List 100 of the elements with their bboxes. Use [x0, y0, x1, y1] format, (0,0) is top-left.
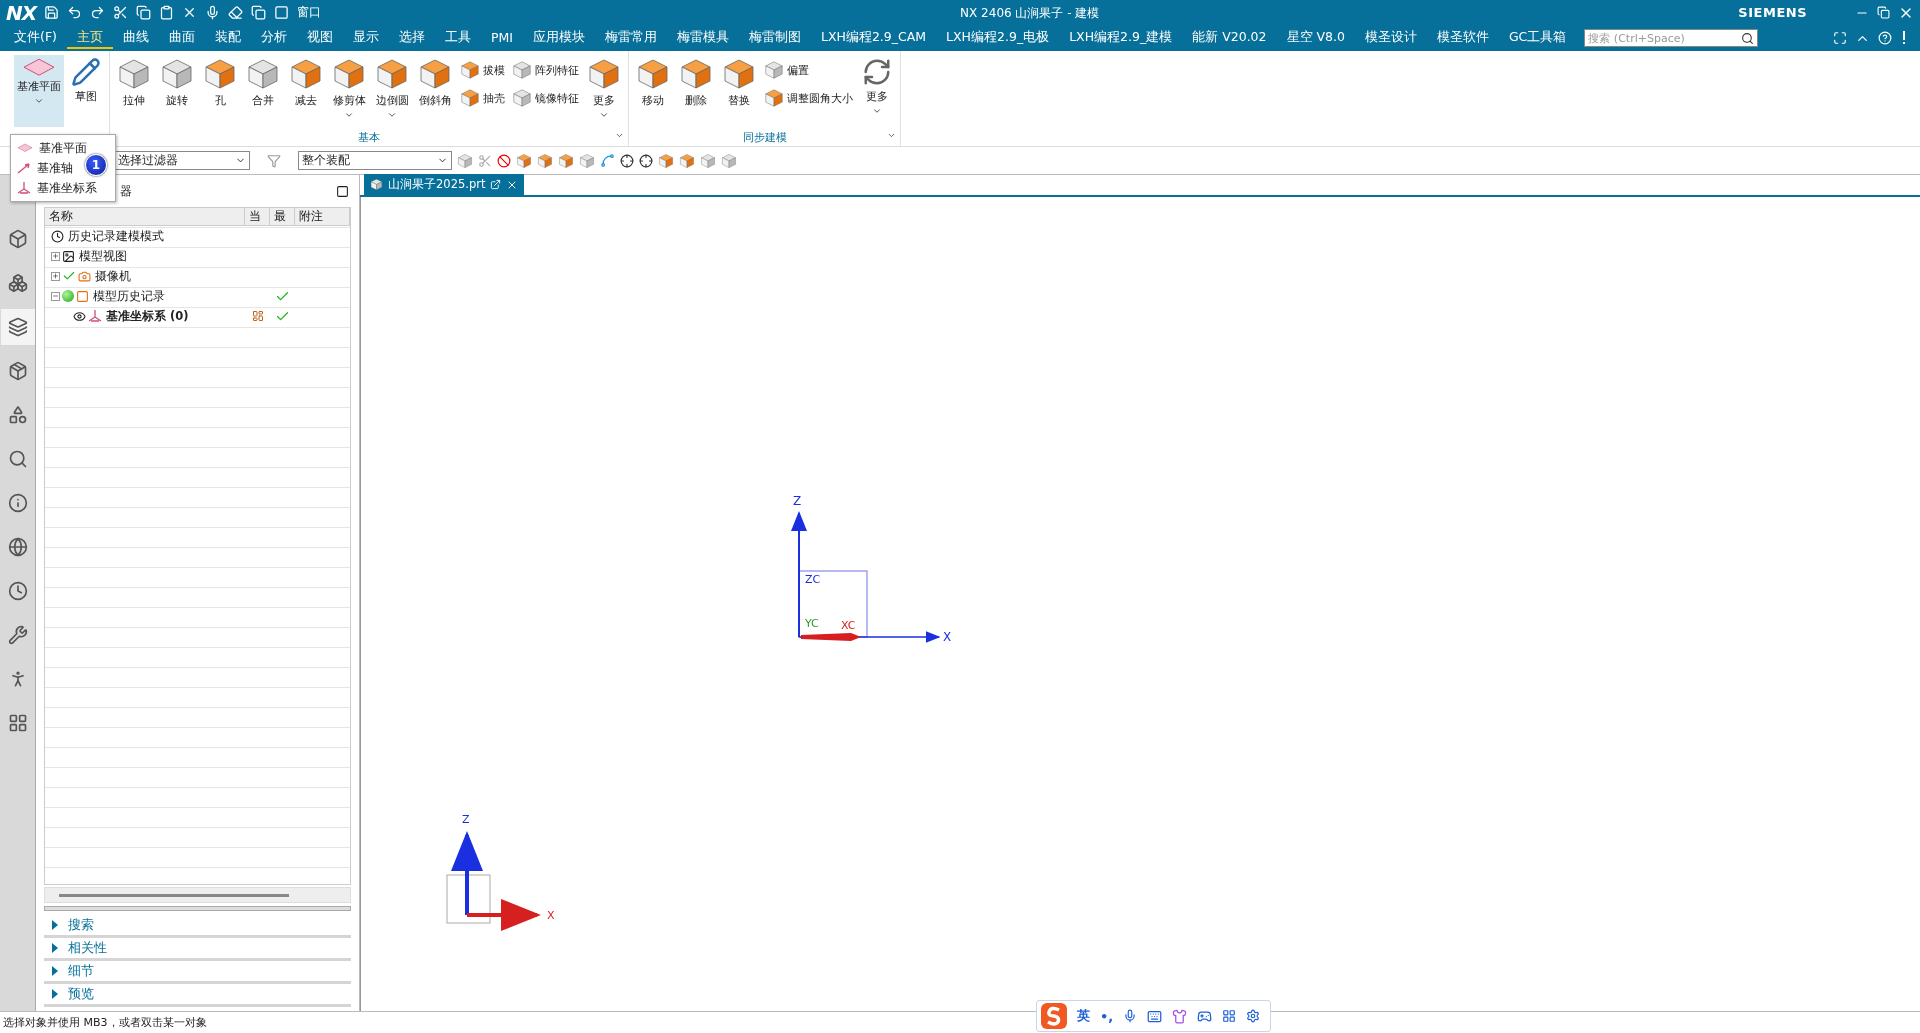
expander-icon[interactable] [51, 251, 60, 261]
ribbon-button[interactable]: 合并 [243, 55, 283, 127]
curve-icon[interactable] [600, 153, 615, 168]
ribbon-button[interactable]: 移动 [633, 55, 673, 127]
ribbon-button[interactable]: 边倒圆 [372, 55, 412, 127]
menu-tab[interactable]: LXH编程2.9_CAM [810, 27, 937, 49]
stop-icon[interactable] [497, 153, 511, 168]
punctuation-mode[interactable]: •, [1100, 1008, 1114, 1024]
grid-icon[interactable] [1222, 1009, 1237, 1023]
input-mode[interactable]: 英 [1077, 1007, 1090, 1025]
restore-icon[interactable] [1877, 6, 1890, 19]
copy-icon[interactable] [136, 5, 152, 20]
tree-item[interactable]: 基准坐标系 (0) [106, 308, 189, 324]
menu-tab[interactable]: 模圣软件 [1426, 27, 1499, 49]
fullscreen-icon[interactable] [1833, 31, 1847, 45]
menu-tab[interactable]: 模圣设计 [1354, 27, 1427, 49]
caret-icon[interactable] [615, 131, 624, 140]
ribbon-button[interactable]: 镜像特征 [510, 87, 581, 109]
section-header[interactable]: 细节 [44, 961, 351, 984]
microphone-icon[interactable] [205, 5, 221, 20]
menu-tab[interactable]: 选择 [388, 27, 435, 49]
section-header[interactable]: 相关性 [44, 938, 351, 961]
menu-tab[interactable]: 主页 [66, 27, 113, 49]
menu-tab[interactable]: 曲线 [112, 27, 159, 49]
window-menu[interactable]: 窗口 [297, 4, 322, 21]
skin-icon[interactable] [1172, 1008, 1188, 1024]
ribbon-button[interactable]: 减去 [286, 55, 326, 127]
windows-icon[interactable] [251, 5, 267, 20]
eraser-icon[interactable] [228, 5, 244, 20]
scrollbar[interactable] [44, 887, 351, 903]
undo-icon[interactable] [67, 5, 83, 20]
menu-tab[interactable]: 曲面 [158, 27, 205, 49]
menu-tab[interactable]: 分析 [250, 27, 297, 49]
menu-tab[interactable]: 显示 [342, 27, 389, 49]
menu-tab[interactable]: 梅雷模具 [666, 27, 739, 49]
help-icon[interactable] [1878, 31, 1892, 45]
filter-dropdown[interactable]: 选择过滤器 [114, 151, 250, 170]
ribbon-button[interactable]: 草图 [67, 55, 105, 127]
tree-item[interactable]: 模型视图 [79, 248, 127, 264]
redo-icon[interactable] [90, 5, 106, 20]
keyboard-icon[interactable] [1147, 1008, 1163, 1024]
menu-tab[interactable]: 梅雷常用 [594, 27, 667, 49]
menu-tab[interactable]: 梅雷制图 [738, 27, 811, 49]
ribbon-button[interactable]: 删除 [676, 55, 716, 127]
gamepad-icon[interactable] [1197, 1008, 1213, 1024]
ribbon-button[interactable]: 抽壳 [458, 87, 507, 109]
menu-tab[interactable]: 工具 [434, 27, 481, 49]
scope-dropdown[interactable]: 整个装配 [298, 151, 452, 170]
menu-tab[interactable]: 装配 [204, 27, 251, 49]
crosshair-icon[interactable] [639, 153, 653, 168]
resource-tab[interactable] [0, 309, 35, 345]
menu-item[interactable]: 基准轴 [11, 158, 77, 178]
column-header[interactable]: 当 [245, 208, 270, 225]
alert-icon[interactable] [1902, 31, 1906, 45]
ribbon-button[interactable]: 基准平面 [14, 55, 64, 127]
expander-icon[interactable] [51, 291, 60, 301]
section-header[interactable]: 搜索 [44, 915, 351, 938]
save-icon[interactable] [44, 5, 60, 20]
section-header[interactable]: 预览 [44, 984, 351, 1007]
menu-tab[interactable]: 文件(F) [4, 27, 67, 49]
paste-icon[interactable] [159, 5, 175, 20]
menu-item[interactable]: 基准坐标系 [11, 178, 101, 198]
menu-tab[interactable]: LXH编程2.9_建模 [1059, 27, 1183, 49]
ribbon-button[interactable]: 拔模 [458, 59, 507, 81]
ribbon-button[interactable]: 调整圆角大小 [762, 87, 855, 109]
menu-tab[interactable]: 能新 V20.02 [1182, 27, 1277, 49]
tree-item[interactable]: 历史记录建模模式 [68, 228, 164, 244]
menu-tab[interactable]: GC工具箱 [1498, 27, 1577, 49]
maximize-icon[interactable] [336, 184, 349, 198]
menu-tab[interactable]: 视图 [296, 27, 343, 49]
ribbon-button[interactable]: 替换 [719, 55, 759, 127]
search-icon[interactable] [1741, 31, 1755, 45]
settings-icon[interactable] [1246, 1009, 1261, 1023]
column-header[interactable]: 名称 [45, 208, 245, 225]
ime-logo-icon[interactable] [1041, 1003, 1067, 1029]
window-icon[interactable] [274, 5, 290, 20]
ribbon-button[interactable]: 旋转 [157, 55, 197, 127]
menu-tab[interactable]: 星空 V8.0 [1276, 27, 1355, 49]
ribbon-button[interactable]: 拉伸 [114, 55, 154, 127]
ribbon-button[interactable]: 阵列特征 [510, 59, 581, 81]
ribbon-button[interactable]: 更多 [584, 55, 624, 127]
column-header[interactable]: 附注 [295, 208, 350, 225]
scissors-icon[interactable] [113, 5, 129, 20]
tree-item[interactable]: 摄像机 [95, 268, 131, 284]
column-header[interactable]: 最 [270, 208, 295, 225]
caret-icon[interactable] [887, 131, 896, 140]
menu-tab[interactable]: LXH编程2.9_电极 [936, 27, 1060, 49]
ribbon-button[interactable]: 孔 [200, 55, 240, 127]
ribbon-button[interactable]: 倒斜角 [415, 55, 455, 127]
undock-icon[interactable] [490, 179, 502, 190]
filter-icon[interactable] [267, 153, 281, 168]
ribbon-button[interactable]: 修剪体 [329, 55, 369, 127]
ribbon-button[interactable]: 偏置 [762, 59, 855, 81]
menu-tab[interactable]: 应用模块 [522, 27, 595, 49]
crosshair-icon[interactable] [620, 153, 634, 168]
document-tab[interactable]: 山涧果子2025.prt [364, 174, 525, 195]
expander-icon[interactable] [51, 271, 60, 281]
microphone-icon[interactable] [1123, 1009, 1138, 1023]
eye-icon[interactable] [73, 309, 86, 323]
tree-item[interactable]: 模型历史记录 [93, 288, 165, 304]
